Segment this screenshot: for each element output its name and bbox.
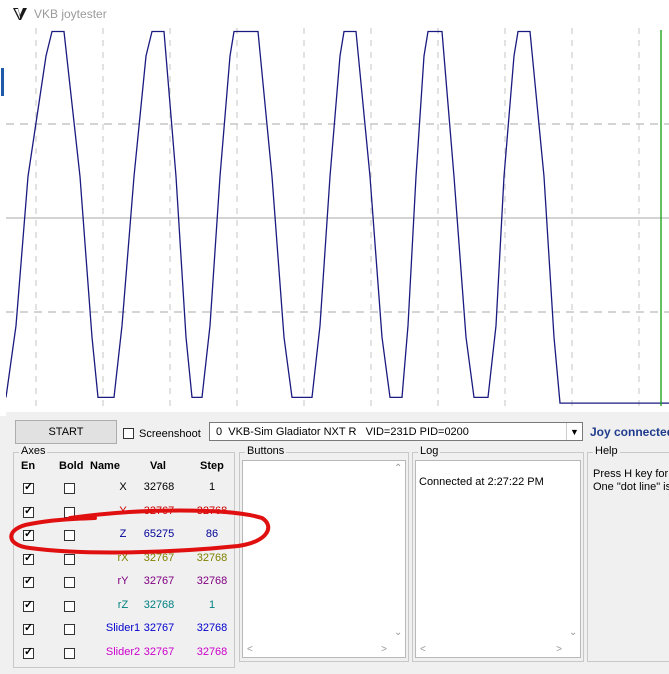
- annotation-layer: [9, 508, 271, 555]
- annotation-circle: [9, 508, 271, 555]
